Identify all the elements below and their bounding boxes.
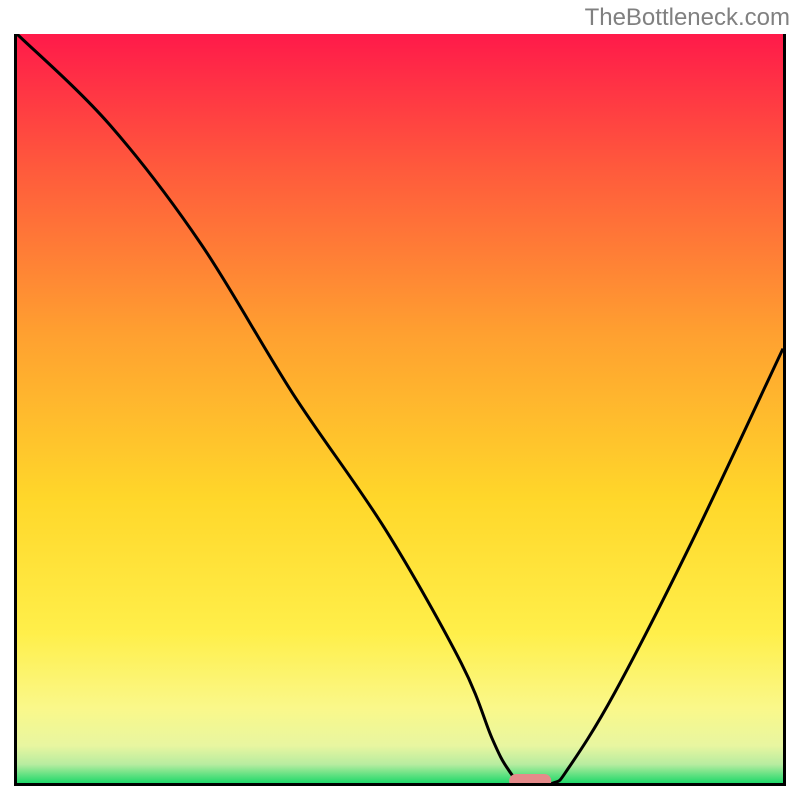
chart-container: TheBottleneck.com <box>0 0 800 800</box>
watermark-text: TheBottleneck.com <box>585 4 790 32</box>
plot-frame <box>14 34 786 786</box>
optimal-marker <box>17 34 783 783</box>
